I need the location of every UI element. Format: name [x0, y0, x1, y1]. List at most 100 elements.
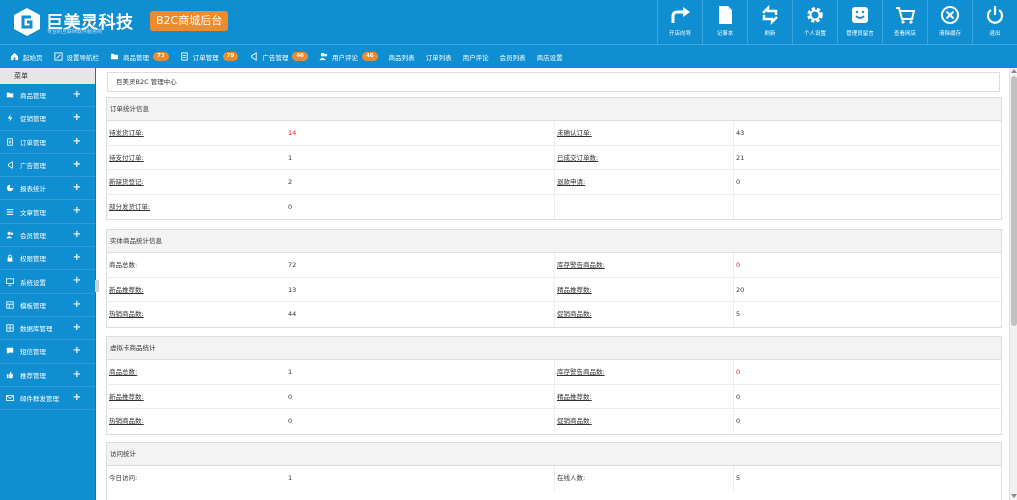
expand-plus-icon[interactable]: + [73, 252, 81, 263]
sidebar-item-reports[interactable]: 报表统计 + [0, 177, 95, 201]
nav-link-order-list[interactable]: 订单列表 [426, 45, 452, 69]
tool-label: 清除缓存 [938, 31, 961, 37]
nav-link-user-comments[interactable]: 用户评论 [463, 45, 489, 69]
expand-plus-icon[interactable]: + [73, 136, 81, 147]
sidebar-item-system[interactable]: 系统设置 + [0, 270, 95, 294]
sidebar-item-orders[interactable]: 订单管理 + [0, 131, 95, 154]
stat-label-link[interactable]: 热销商品数: [109, 302, 144, 326]
stat-value: 20 [736, 285, 745, 294]
scrollbar-thumb[interactable] [1011, 76, 1017, 326]
thumbs-up-icon [6, 371, 14, 378]
scroll-down-arrow-icon[interactable] [1011, 494, 1017, 498]
expand-plus-icon[interactable]: + [73, 159, 81, 170]
stat-label-link[interactable]: 部分发货订单: [109, 195, 150, 219]
stat-value: 0 [736, 261, 741, 269]
sidebar-item-database[interactable]: 数据库管理 + [0, 317, 95, 341]
nav-goods[interactable]: 商品管理 73 [110, 45, 169, 69]
expand-plus-icon[interactable]: + [73, 369, 81, 380]
table-row: 热销商品数: 0 促销商品数: 0 [107, 409, 1001, 434]
nav-link-member-list[interactable]: 会员列表 [500, 45, 526, 69]
table-row: 今日访问: 1 在线人数: 5 [107, 466, 1001, 491]
stat-label-link[interactable]: 促销商品数: [557, 409, 592, 433]
nav-orders[interactable]: 订单管理 79 [180, 45, 239, 69]
tool-label: 退出 [989, 31, 1001, 37]
nav-ads[interactable]: 广告管理 46 [249, 45, 308, 69]
shop-wizard-button[interactable]: 开店向导 [657, 0, 702, 44]
stat-value: 5 [736, 310, 741, 318]
stat-label-link[interactable]: 新品推荐数: [109, 278, 144, 302]
expand-plus-icon[interactable]: + [73, 89, 81, 100]
template-icon [6, 301, 14, 309]
expand-plus-icon[interactable]: + [73, 345, 81, 356]
stat-label-link[interactable]: 已成交订单数: [557, 146, 598, 170]
clear-cache-button[interactable]: 清除缓存 [927, 0, 972, 44]
nav-orders-count: 79 [222, 52, 239, 61]
sidebar-menu: 菜单 商品管理 + 促销管理 + 订单管理 + 广告管理 + 报表统计 + 文章… [0, 68, 96, 500]
stat-label-link[interactable]: 促销商品数: [557, 302, 592, 326]
sidebar-item-goods[interactable]: 商品管理 + [0, 84, 95, 108]
stat-label-link[interactable]: 待发货订单: [109, 121, 144, 145]
stat-label-link[interactable]: 精品推荐数: [557, 278, 592, 302]
expand-plus-icon[interactable]: + [73, 229, 81, 240]
notepad-button[interactable]: 记事本 [702, 0, 747, 44]
sidebar-item-permissions[interactable]: 权限管理 + [0, 247, 95, 271]
expand-plus-icon[interactable]: + [73, 392, 81, 403]
clear-cache-icon [941, 6, 959, 24]
stat-value: 0 [288, 392, 293, 401]
sidebar-item-sms[interactable]: 短信管理 + [0, 340, 95, 364]
stat-label-link[interactable]: 退款申请: [557, 170, 585, 194]
expand-plus-icon[interactable]: + [73, 205, 81, 216]
nav-link-goods-list[interactable]: 商品列表 [389, 45, 415, 69]
view-shop-button[interactable]: 查看网店 [882, 0, 927, 44]
column-divider [733, 302, 734, 327]
nav-ads-count: 46 [292, 52, 308, 61]
sidebar-item-articles[interactable]: 文章管理 + [0, 200, 95, 224]
gear-icon [807, 7, 823, 23]
sidebar-item-promotion[interactable]: 促销管理 + [0, 107, 95, 131]
stat-label-link[interactable]: 未确认订单: [557, 121, 592, 145]
stat-value: 21 [736, 153, 745, 162]
sidebar-item-templates[interactable]: 模板管理 + [0, 294, 95, 317]
stat-label-link[interactable]: 待支付订单: [109, 146, 144, 170]
nav-setup[interactable]: 设置导航栏 [53, 45, 99, 69]
admin-message-button[interactable]: 管理员留言 [837, 0, 882, 44]
vertical-scrollbar[interactable] [1009, 68, 1017, 500]
expand-plus-icon[interactable]: + [73, 322, 81, 333]
stat-label-link[interactable]: 商品总数: [109, 360, 137, 384]
sidebar-item-label: 商品管理 [20, 92, 46, 101]
personal-settings-button[interactable]: 个人设置 [792, 0, 837, 44]
header-toolbar: 开店向导 记事本 刷新 个人设置 管理员留言 查看网店 清除缓存 退出 [657, 0, 1017, 44]
nav-home[interactable]: 起始页 [10, 45, 43, 69]
expand-plus-icon[interactable]: + [73, 112, 81, 123]
stat-value: 5 [736, 474, 741, 482]
column-divider [554, 302, 555, 327]
scroll-up-arrow-icon[interactable] [1011, 69, 1017, 73]
expand-plus-icon[interactable]: + [73, 299, 81, 310]
stat-label-link[interactable]: 库存警告商品数: [557, 360, 605, 384]
nav-comments-label: 用户评论 [331, 53, 358, 62]
visit-stats-panel: 访问统计 今日访问: 1 在线人数: 5 [106, 442, 1002, 500]
sidebar-item-ads[interactable]: 广告管理 + [0, 154, 95, 178]
column-divider [554, 360, 555, 384]
sidebar-item-mail[interactable]: 邮件群发管理 + [0, 387, 95, 411]
sidebar-item-members[interactable]: 会员管理 + [0, 224, 95, 248]
stat-label-link[interactable]: 新品推荐数: [109, 385, 144, 409]
expand-plus-icon[interactable]: + [73, 275, 81, 286]
stat-value: 0 [288, 417, 293, 425]
logout-button[interactable]: 退出 [972, 0, 1017, 44]
logo[interactable]: 巨美灵科技 专业的互联网软件服务商 [12, 6, 157, 38]
stat-value: 13 [288, 285, 297, 294]
stat-label-link[interactable]: 新缺货登记: [109, 170, 144, 194]
sidebar-item-recommend[interactable]: 推荐管理 + [0, 364, 95, 387]
nav-comments[interactable]: 用户评论 46 [319, 45, 378, 69]
stat-value: 1 [288, 368, 293, 376]
nav-link-shop-settings[interactable]: 商店设置 [537, 45, 563, 69]
stat-label-link[interactable]: 精品推荐数: [557, 385, 592, 409]
stat-label-link[interactable]: 热销商品数: [109, 409, 144, 433]
stat-label-link[interactable]: 库存警告商品数: [557, 253, 605, 277]
panel-title: 实体商品统计信息 [107, 230, 1001, 253]
refresh-button[interactable]: 刷新 [747, 0, 792, 44]
tool-label: 记事本 [716, 31, 734, 37]
expand-plus-icon[interactable]: + [73, 182, 81, 193]
tool-label: 管理员留言 [846, 31, 874, 37]
